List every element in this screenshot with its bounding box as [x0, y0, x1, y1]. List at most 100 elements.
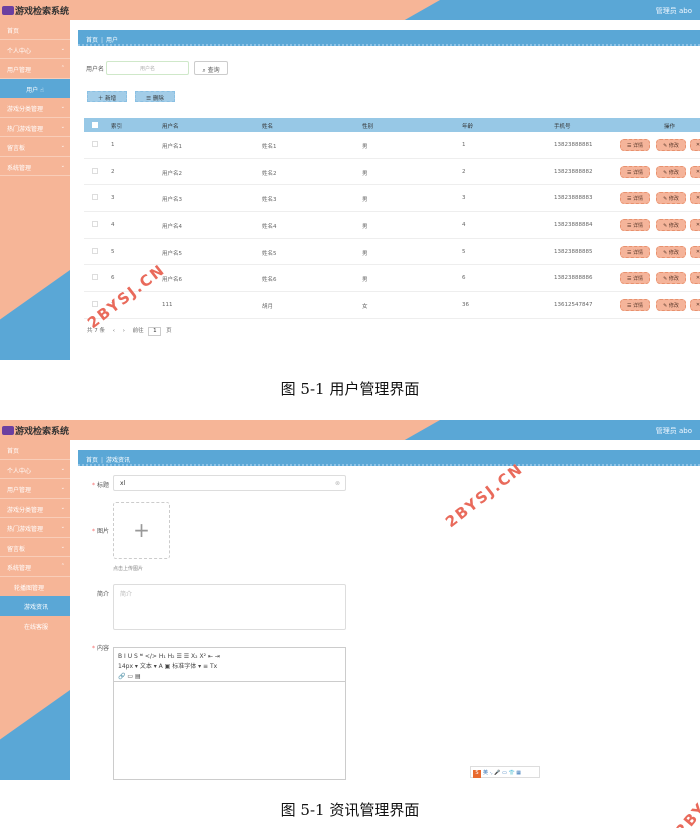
delete-row-button[interactable]: ✕: [690, 165, 700, 178]
sidebar-item-profile[interactable]: 个人中心 ⌄: [0, 40, 70, 59]
detail-button[interactable]: ☰ 详情: [620, 165, 650, 178]
prev-page-icon[interactable]: ‹: [113, 328, 115, 334]
cell-username: 用户名2: [162, 170, 182, 177]
detail-button-label: 详情: [633, 276, 644, 283]
top-bar: 游戏检索系统 管理员 abo: [0, 0, 700, 20]
image-upload[interactable]: +: [113, 502, 170, 559]
editor-toolbar-row[interactable]: 14px ▾ 文本 ▾ A ▣ 标准字体 ▾ ≡ Tx: [118, 662, 345, 672]
sidebar-item-home[interactable]: 首页: [0, 440, 70, 460]
delete-list-icon: ☰: [146, 96, 152, 102]
delete-row-button[interactable]: ✕: [690, 192, 700, 205]
detail-button[interactable]: ☰ 详情: [620, 139, 650, 151]
sidebar-subitem-news[interactable]: 游戏资讯: [0, 596, 70, 616]
add-button-label: 新增: [105, 96, 117, 102]
row-checkbox[interactable]: [92, 274, 98, 281]
row-checkbox[interactable]: [92, 221, 98, 228]
sidebar-item-system[interactable]: 系统管理 ⌃: [0, 557, 70, 577]
sidebar-item-message-board[interactable]: 留言板 ⌄: [0, 538, 70, 557]
sidebar-subitem-user[interactable]: 用户 ☝: [0, 78, 70, 98]
cell-age: 2: [462, 168, 466, 175]
sidebar-item-label: 游戏资讯: [24, 604, 49, 611]
edit-button[interactable]: ✎ 修改: [656, 219, 686, 232]
delete-icon: ✕: [695, 168, 700, 175]
select-all-checkbox[interactable]: [92, 122, 98, 128]
row-checkbox[interactable]: [92, 141, 98, 147]
table-row: 4 用户名4 姓名4 男 4 13823888884 ☰ 详情 ✎ 修改 ✕: [84, 212, 700, 239]
table-row: 7 111 胡月女 36 13612547847 ☰ 详情 ✎ 修改 ✕: [84, 292, 700, 319]
detail-button[interactable]: ☰ 详情: [620, 219, 650, 232]
sidebar-subitem-service[interactable]: 在线客服: [0, 616, 70, 636]
delete-row-button[interactable]: ✕: [690, 245, 700, 258]
detail-button-label: 详情: [633, 196, 644, 203]
delete-row-button[interactable]: ✕: [690, 219, 700, 232]
plus-icon: ＋: [97, 96, 104, 102]
cell-phone: 13823888886: [554, 275, 593, 282]
cell-age: 4: [462, 222, 466, 229]
delete-button[interactable]: ☰ 删除: [135, 91, 175, 102]
sidebar-item-label: 系统管理: [7, 565, 32, 572]
editor-toolbar-row[interactable]: 🔗 ▭ ▤: [118, 672, 345, 682]
delete-button-label: 删除: [152, 96, 164, 102]
add-button[interactable]: ＋ 新增: [87, 91, 127, 102]
edit-button[interactable]: ✎ 修改: [656, 272, 686, 285]
page-number-input[interactable]: 1: [148, 327, 162, 336]
cell-gender: 女: [362, 304, 368, 311]
row-checkbox[interactable]: [92, 247, 98, 254]
cell-name: 姓名5: [262, 250, 277, 257]
edit-button[interactable]: ✎ 修改: [656, 139, 686, 151]
breadcrumb-home[interactable]: 首页: [86, 457, 98, 464]
next-page-icon[interactable]: ›: [123, 328, 125, 334]
edit-button-label: 修改: [668, 196, 679, 203]
edit-button[interactable]: ✎ 修改: [656, 245, 686, 258]
search-input[interactable]: 用户名: [106, 61, 189, 75]
ime-toolbar-items: 英 ·, 🎤 ▭ 👕 ▦: [483, 770, 522, 776]
delete-row-button[interactable]: ✕: [690, 139, 700, 151]
app-logo-icon: [2, 426, 14, 435]
rich-text-editor[interactable]: B I U S ❝ </> H₁ H₂ ☰ ☰ X₂ X² ⇤ ⇥ 14px ▾…: [113, 647, 346, 780]
sidebar-item-home[interactable]: 首页: [0, 20, 70, 40]
intro-textarea[interactable]: 简介: [113, 584, 346, 630]
table-row: 2 用户名2 姓名2 男 2 13823888882 ☰ 详情 ✎ 修改 ✕: [84, 159, 700, 186]
chevron-down-icon: ⌄: [60, 104, 65, 110]
sidebar-item-label: 留言板: [7, 145, 26, 152]
sidebar-subitem-carousel[interactable]: 轮播图管理: [0, 577, 70, 597]
delete-row-button[interactable]: ✕: [690, 272, 700, 285]
delete-icon: ✕: [695, 275, 700, 282]
caption-2: 图 5-1 资讯管理界面: [280, 801, 420, 819]
detail-button[interactable]: ☰ 详情: [620, 272, 650, 285]
sidebar-item-users[interactable]: 用户管理 ⌄: [0, 479, 70, 499]
cell-index: 2: [111, 168, 115, 175]
edit-button[interactable]: ✎ 修改: [656, 165, 686, 178]
sidebar-item-hot-games[interactable]: 热门游戏管理 ⌄: [0, 118, 70, 137]
table-header: 索引 用户名 姓名 性别 年龄 手机号 操作: [84, 118, 700, 132]
clear-icon[interactable]: ⊗: [335, 480, 340, 487]
sidebar-item-hot-games[interactable]: 热门游戏管理 ⌄: [0, 518, 70, 538]
row-checkbox[interactable]: [92, 167, 98, 174]
sidebar-item-game-category[interactable]: 游戏分类管理 ⌄: [0, 499, 70, 518]
edit-button[interactable]: ✎ 修改: [656, 192, 686, 205]
table-body: 1 用户名1 姓名1 男 1 13823888881 ☰ 详情 ✎ 修改 ✕ 2 用户名2 姓名2 男…: [84, 132, 700, 319]
delete-row-button[interactable]: ✕: [690, 299, 700, 312]
title-input[interactable]: xl ⊗: [113, 475, 346, 491]
detail-button[interactable]: ☰ 详情: [620, 245, 650, 258]
detail-button[interactable]: ☰ 详情: [620, 192, 650, 205]
sidebar-item-profile[interactable]: 个人中心 ⌄: [0, 460, 70, 479]
sidebar-item-system[interactable]: 系统管理 ⌄: [0, 157, 70, 176]
editor-toolbar-row[interactable]: B I U S ❝ </> H₁ H₂ ☰ ☰ X₂ X² ⇤ ⇥: [118, 652, 345, 662]
sidebar-item-users[interactable]: 用户管理 ⌃: [0, 59, 70, 79]
chevron-up-icon: ⌃: [60, 563, 65, 569]
cell-gender: 男: [362, 277, 368, 284]
sidebar-item-game-category[interactable]: 游戏分类管理 ⌄: [0, 98, 70, 118]
breadcrumb-home[interactable]: 首页: [86, 37, 98, 44]
search-button[interactable]: ⌕ 查询: [194, 61, 228, 75]
admin-label[interactable]: 管理员 abo: [656, 426, 692, 436]
cell-name: 姓名1: [262, 144, 277, 150]
cell-age: 1: [462, 142, 466, 148]
ime-toolbar[interactable]: S英 ·, 🎤 ▭ 👕 ▦: [470, 766, 540, 778]
row-checkbox[interactable]: [92, 194, 98, 201]
admin-label[interactable]: 管理员 abo: [656, 6, 692, 16]
detail-button[interactable]: ☰ 详情: [620, 299, 650, 312]
cell-gender: 男: [362, 250, 368, 257]
sidebar-item-message-board[interactable]: 留言板 ⌄: [0, 137, 70, 157]
edit-button[interactable]: ✎ 修改: [656, 299, 686, 312]
